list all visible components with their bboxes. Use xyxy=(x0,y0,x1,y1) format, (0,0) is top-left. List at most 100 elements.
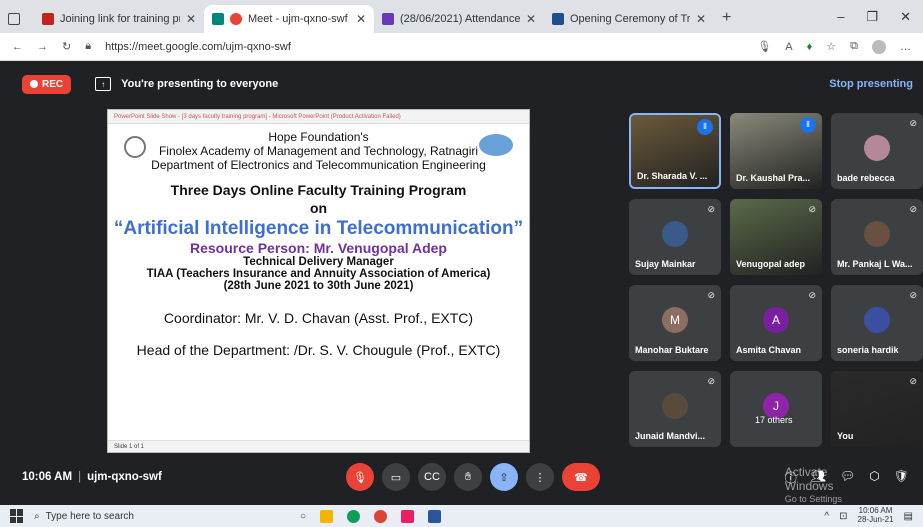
speaking-icon: ⦀ xyxy=(800,117,816,133)
close-icon[interactable]: ✕ xyxy=(356,12,366,26)
slide-line: Department of Electronics and Telecommun… xyxy=(151,158,486,172)
participant-tile[interactable]: ⊘ Junaid Mandvi... xyxy=(629,371,721,447)
chrome-icon[interactable] xyxy=(374,509,388,523)
slide-line: Head of the Department: /Dr. S. V. Choug… xyxy=(136,342,501,358)
forward-icon[interactable]: → xyxy=(37,41,48,53)
clock-date: 28-Jun-21 xyxy=(857,515,894,524)
activities-icon[interactable]: ⬡ xyxy=(869,469,879,486)
participant-tile[interactable]: J 17 others xyxy=(730,371,822,447)
tab-joining-link[interactable]: Joining link for training program ✕ xyxy=(34,5,204,33)
slide-window-title: PowerPoint Slide Show - [3 days faculty … xyxy=(108,110,529,124)
read-aloud-icon[interactable]: A xyxy=(785,41,792,53)
edge-icon[interactable] xyxy=(347,509,361,523)
leave-call-button[interactable]: ☎︎ xyxy=(562,463,600,491)
page-icon xyxy=(552,13,564,25)
lock-icon: 🔒︎ xyxy=(85,40,92,52)
presenting-bar: REC ↑ You're presenting to everyone Stop… xyxy=(22,73,913,95)
tab-title: Opening Ceremony of Training C xyxy=(570,13,690,25)
participant-name: 17 others xyxy=(755,415,793,425)
participant-tile[interactable]: ⊘ bade rebecca xyxy=(831,113,923,189)
extension-icon[interactable]: ♦ xyxy=(807,41,813,53)
new-tab-icon[interactable]: + xyxy=(714,9,739,33)
watermark-title: Activate Windows xyxy=(784,465,834,494)
tab-title: Joining link for training program xyxy=(60,13,180,25)
tab-meet[interactable]: Meet - ujm-qxno-swf ✕ xyxy=(204,5,374,33)
recording-icon xyxy=(230,13,242,25)
participant-name: soneria hardik xyxy=(837,345,899,355)
participant-tile[interactable]: A ⊘ Asmita Chavan xyxy=(730,285,822,361)
search-placeholder: Type here to search xyxy=(45,510,134,522)
participant-tile[interactable]: ⦀ Dr. Sharada V. ... xyxy=(629,113,721,189)
network-icon[interactable]: ⊡ xyxy=(839,511,847,522)
mic-muted-icon: ⊘ xyxy=(909,376,917,386)
more-icon[interactable]: … xyxy=(900,41,911,53)
stop-presenting-button[interactable]: Stop presenting xyxy=(829,78,913,90)
participant-tile[interactable]: M ⊘ Manohar Buktare xyxy=(629,285,721,361)
collections-icon[interactable]: ⧉ xyxy=(850,40,858,53)
notifications-icon[interactable]: ▤ xyxy=(904,511,913,522)
separator: | xyxy=(78,471,82,483)
back-icon[interactable]: ← xyxy=(12,41,23,53)
tab-opening-ceremony[interactable]: Opening Ceremony of Training C ✕ xyxy=(544,5,714,33)
gmail-icon xyxy=(42,13,54,25)
paint-icon[interactable] xyxy=(401,509,415,523)
camera-icon: ▭ xyxy=(390,471,402,484)
participant-name: bade rebecca xyxy=(837,173,895,183)
participant-name: You xyxy=(837,431,854,441)
participant-name: Dr. Kaushal Pra... xyxy=(736,173,811,183)
slide-title: “Artificial Intelligence in Telecommunic… xyxy=(113,218,524,239)
close-icon[interactable]: ✕ xyxy=(526,12,536,26)
participant-name: Junaid Mandvi... xyxy=(635,431,706,441)
slide-line: Hope Foundation's xyxy=(268,130,369,144)
participant-name: Asmita Chavan xyxy=(736,345,802,355)
favorites-icon[interactable]: ☆ xyxy=(826,40,836,53)
tab-attendance[interactable]: (28/06/2021) Attendance for 3 d ✕ xyxy=(374,5,544,33)
restore-icon[interactable]: ❐ xyxy=(866,9,878,25)
participant-tile[interactable]: ⦀ Dr. Kaushal Pra... xyxy=(730,113,822,189)
url-field[interactable]: https://meet.google.com/ujm-qxno-swf xyxy=(105,41,743,53)
host-controls-icon[interactable]: 🛡︎ xyxy=(894,469,909,486)
raise-hand-button[interactable]: ✋︎ xyxy=(454,463,482,491)
close-icon[interactable]: ✕ xyxy=(186,12,196,26)
participant-name: Mr. Pankaj L Wa... xyxy=(837,259,913,269)
department-logo-icon xyxy=(479,134,513,156)
word-icon[interactable] xyxy=(428,509,442,523)
minimize-icon[interactable]: – xyxy=(837,9,844,24)
slide-content: Hope Foundation's Finolex Academy of Man… xyxy=(108,124,529,442)
mic-off-button[interactable]: 🎙︎ xyxy=(346,463,374,491)
rec-badge: REC xyxy=(22,74,72,94)
avatar xyxy=(864,135,890,161)
file-explorer-icon[interactable] xyxy=(320,509,334,523)
slide-line: on xyxy=(309,200,328,216)
more-options-button[interactable]: ⋮ xyxy=(526,463,554,491)
tray-chevron-icon[interactable]: ^ xyxy=(824,511,829,522)
windows-taskbar: ⌕ Type here to search ○ ^ ⊡ 10:06 AM 28-… xyxy=(0,505,923,527)
close-window-icon[interactable]: ✕ xyxy=(900,9,911,25)
windows-start-icon[interactable] xyxy=(10,509,24,523)
microphone-icon[interactable]: 🎙︎ xyxy=(757,40,771,53)
slide-line: Coordinator: Mr. V. D. Chavan (Asst. Pro… xyxy=(163,310,474,326)
present-icon: ⇧ xyxy=(499,471,509,484)
taskbar-search[interactable]: ⌕ Type here to search xyxy=(34,511,264,522)
close-icon[interactable]: ✕ xyxy=(696,12,706,26)
participant-tile[interactable]: ⊘ You xyxy=(831,371,923,447)
participant-tile[interactable]: ⊘ Venugopal adep xyxy=(730,199,822,275)
participant-tile[interactable]: ⊘ Sujay Mainkar xyxy=(629,199,721,275)
meet-bottom-bar: 10:06 AM | ujm-qxno-swf 🎙︎ ▭ CC ✋︎ ⇧ ⋮ ☎… xyxy=(0,449,923,525)
reload-icon[interactable]: ↻ xyxy=(62,40,71,53)
slide-line: Resource Person: Mr. Venugopal Adep xyxy=(190,240,447,256)
present-button[interactable]: ⇧ xyxy=(490,463,518,491)
task-view-icon[interactable]: ○ xyxy=(300,511,306,522)
browser-tab-bar: Joining link for training program ✕ Meet… xyxy=(0,0,923,33)
slide-line: Finolex Academy of Management and Techno… xyxy=(158,144,479,158)
avatar xyxy=(662,393,688,419)
taskbar-clock[interactable]: 10:06 AM 28-Jun-21 xyxy=(857,506,894,525)
tab-sidebar[interactable] xyxy=(0,5,34,33)
tab-title: (28/06/2021) Attendance for 3 d xyxy=(400,13,520,25)
participant-tile[interactable]: ⊘ soneria hardik xyxy=(831,285,923,361)
captions-button[interactable]: CC xyxy=(418,463,446,491)
slide-line: Three Days Online Faculty Training Progr… xyxy=(170,182,467,198)
participant-tile[interactable]: ⊘ Mr. Pankaj L Wa... xyxy=(831,199,923,275)
profile-avatar[interactable] xyxy=(872,39,886,54)
camera-button[interactable]: ▭ xyxy=(382,463,410,491)
